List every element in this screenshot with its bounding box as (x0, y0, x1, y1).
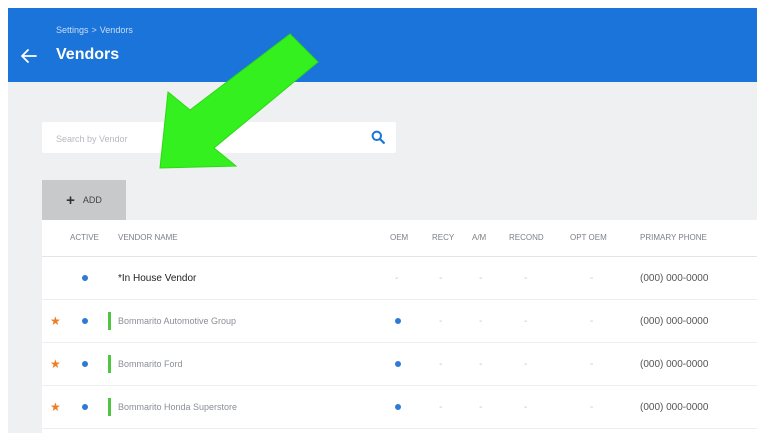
vendor-name[interactable]: Bommarito Ford (118, 359, 183, 369)
opt-oem-cell: - (590, 272, 594, 284)
table-row[interactable]: *In House Vendor - - - - - (000) 000-000… (42, 257, 757, 300)
back-arrow-icon[interactable] (18, 46, 40, 66)
column-header-primary-phone[interactable]: PRIMARY PHONE (640, 233, 707, 242)
oem-dot (395, 318, 401, 324)
vendor-name[interactable]: Bommarito Honda Superstore (118, 402, 237, 412)
column-header-active[interactable]: ACTIVE (70, 233, 99, 242)
active-dot-cell (82, 300, 88, 342)
star-icon[interactable]: ★ (50, 314, 61, 328)
column-header-opt-oem[interactable]: OPT OEM (570, 233, 607, 242)
am-cell: - (479, 401, 483, 413)
favorite-star-cell: ★ (50, 343, 61, 385)
column-header-am[interactable]: A/M (472, 233, 486, 242)
opt-oem-cell: - (590, 315, 594, 327)
recond-cell: - (524, 272, 528, 284)
oem-cell (395, 386, 401, 428)
phone-cell: (000) 000-0000 (640, 315, 709, 327)
active-status-dot (82, 361, 88, 367)
column-header-oem[interactable]: OEM (390, 233, 408, 242)
search-box (42, 122, 396, 153)
star-icon[interactable]: ★ (50, 357, 61, 371)
vendor-name-cell: *In House Vendor (118, 257, 196, 299)
breadcrumb-settings[interactable]: Settings (56, 25, 89, 35)
recond-cell: - (524, 401, 528, 413)
am-cell: - (479, 358, 483, 370)
breadcrumb-vendors: Vendors (99, 25, 133, 35)
recond-cell: - (524, 315, 528, 327)
table-toolbar: + ADD (42, 180, 757, 220)
favorite-star-cell: ★ (50, 386, 61, 428)
column-header-recond[interactable]: RECOND (509, 233, 544, 242)
column-header-recy[interactable]: RECY (432, 233, 454, 242)
recy-cell: - (439, 315, 443, 327)
vendor-color-bar (108, 398, 111, 416)
table-header: ACTIVE VENDOR NAME OEM RECY A/M RECOND O… (42, 220, 757, 257)
phone-cell: (000) 000-0000 (640, 358, 709, 370)
plus-icon: + (66, 191, 75, 209)
page-title: Vendors (56, 46, 120, 63)
phone-cell: (000) 000-0000 (640, 272, 709, 284)
page-header: Settings > Vendors Vendors (8, 8, 757, 82)
active-dot-cell (82, 257, 88, 299)
vendor-table: + ADD ACTIVE VENDOR NAME OEM RECY A/M RE… (42, 180, 757, 433)
vendor-color-bar (108, 312, 111, 330)
oem-dot (395, 361, 401, 367)
breadcrumb-separator: > (91, 25, 97, 35)
vendor-name-cell: Bommarito Ford (108, 343, 183, 385)
table-row[interactable]: ★ Bommarito Honda Superstore - - - - (00… (42, 386, 757, 429)
oem-cell: - (395, 272, 399, 284)
window-top-strip (0, 0, 757, 8)
active-dot-cell (82, 386, 88, 428)
star-icon[interactable]: ★ (50, 400, 61, 414)
oem-cell (395, 343, 401, 385)
active-dot-cell (82, 343, 88, 385)
recy-cell: - (439, 358, 443, 370)
table-row[interactable]: ★ Bommarito Ford - - - - (000) 000-0000 (42, 343, 757, 386)
vendor-name[interactable]: Bommarito Automotive Group (118, 316, 236, 326)
opt-oem-cell: - (590, 358, 594, 370)
opt-oem-cell: - (590, 401, 594, 413)
oem-cell (395, 300, 401, 342)
am-cell: - (479, 315, 483, 327)
search-input[interactable] (54, 129, 358, 148)
recy-cell: - (439, 401, 443, 413)
main-content: + ADD ACTIVE VENDOR NAME OEM RECY A/M RE… (8, 82, 757, 433)
vendor-name-cell: Bommarito Honda Superstore (108, 386, 237, 428)
active-status-dot (82, 404, 88, 410)
oem-dot (395, 404, 401, 410)
recond-cell: - (524, 358, 528, 370)
am-cell: - (479, 272, 483, 284)
vendor-color-bar (108, 355, 111, 373)
add-vendor-button[interactable]: + ADD (42, 180, 126, 220)
table-row[interactable]: ★ Bommarito Automotive Group - - - - (00… (42, 300, 757, 343)
vendor-name[interactable]: *In House Vendor (118, 273, 196, 284)
active-status-dot (82, 275, 88, 281)
recy-cell: - (439, 272, 443, 284)
favorite-star-cell: ★ (50, 300, 61, 342)
active-status-dot (82, 318, 88, 324)
add-button-label: ADD (82, 195, 102, 205)
vendor-name-cell: Bommarito Automotive Group (108, 300, 236, 342)
search-icon[interactable] (368, 127, 388, 147)
phone-cell: (000) 000-0000 (640, 401, 709, 413)
breadcrumb: Settings > Vendors (56, 25, 133, 35)
column-header-vendor-name[interactable]: VENDOR NAME (118, 233, 178, 242)
